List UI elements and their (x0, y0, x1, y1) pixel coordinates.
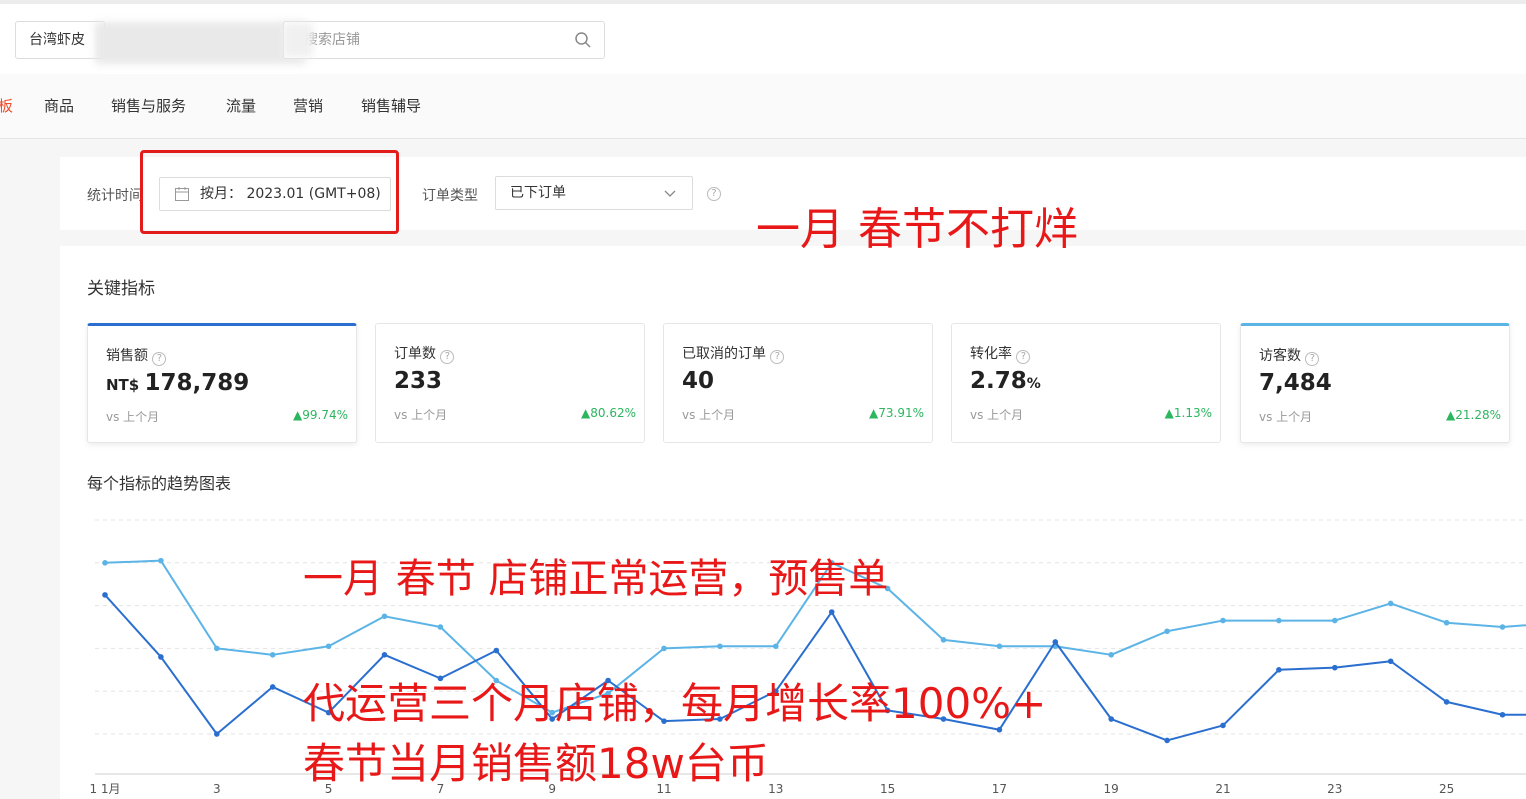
data-point (102, 592, 108, 598)
data-point (1220, 617, 1226, 624)
data-point (1499, 624, 1506, 630)
data-point (214, 645, 220, 652)
data-point (828, 609, 835, 615)
data-point (996, 643, 1003, 650)
data-point (1108, 716, 1114, 722)
annotation-4: 春节当月销售额18w台币 (303, 739, 769, 788)
data-point (102, 560, 108, 566)
data-point (1276, 617, 1282, 624)
data-point (773, 643, 779, 650)
data-point (1052, 639, 1059, 645)
data-point (437, 624, 444, 630)
data-point (940, 637, 947, 643)
data-point (493, 647, 500, 654)
x-tick-label: 15 (880, 782, 895, 796)
data-point (214, 731, 220, 737)
data-point (1276, 667, 1282, 673)
data-point (158, 654, 164, 660)
data-point (1108, 652, 1114, 658)
x-tick-label: 1 1月 (89, 782, 120, 796)
data-point (158, 557, 164, 564)
data-point (269, 684, 276, 690)
data-point (269, 652, 276, 658)
data-point (661, 645, 667, 652)
x-tick-label: 25 (1439, 782, 1454, 796)
data-point (1443, 619, 1450, 626)
data-point (1332, 617, 1338, 624)
data-point (1332, 664, 1338, 671)
data-point (1387, 600, 1394, 607)
data-point (1220, 722, 1226, 729)
x-tick-label: 13 (768, 782, 783, 796)
data-point (1443, 699, 1450, 705)
x-tick-label: 17 (992, 782, 1007, 796)
data-point (381, 652, 388, 658)
data-point (325, 643, 332, 650)
x-tick-label: 23 (1327, 782, 1342, 796)
x-tick-label: 19 (1104, 782, 1119, 796)
data-point (1387, 658, 1394, 665)
annotation-2: 一月 春节 店铺正常运营，预售单 (303, 556, 889, 602)
x-tick-label: 3 (213, 782, 221, 796)
annotation-1: 一月 春节不打烊 (756, 204, 1078, 255)
data-point (1164, 628, 1170, 635)
x-tick-label: 21 (1215, 782, 1230, 796)
data-point (717, 643, 723, 650)
data-point (1499, 711, 1506, 718)
data-point (1164, 737, 1170, 744)
data-point (381, 613, 388, 620)
annotation-3: 代运营三个月店铺，每月增长率100%+ (303, 679, 1047, 728)
